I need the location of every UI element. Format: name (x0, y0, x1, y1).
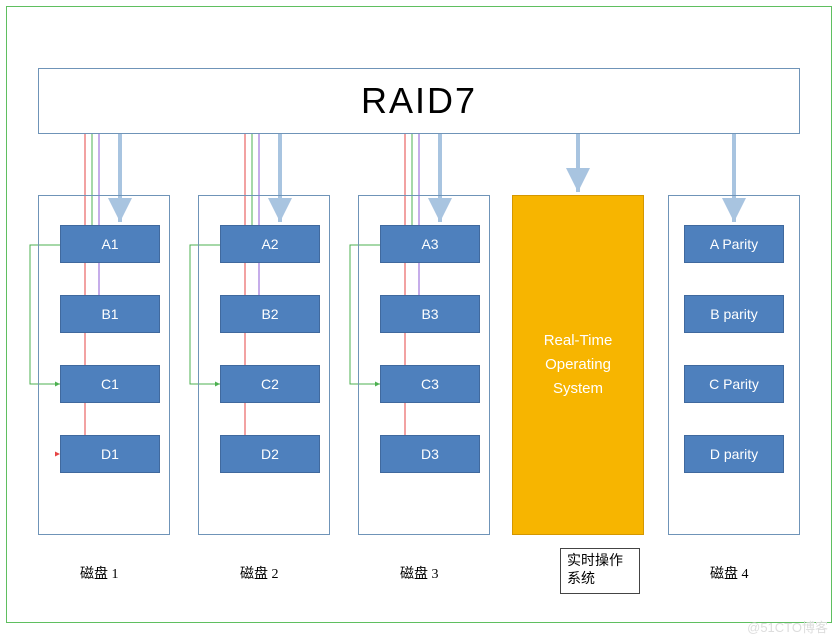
block-d1: D1 (60, 435, 160, 473)
raid-title-box: RAID7 (38, 68, 800, 134)
rtos-line1: Real-Time (544, 329, 613, 353)
rtos-box: Real-Time Operating System (512, 195, 644, 535)
rtos-line3: System (553, 377, 603, 401)
rtos-caption: 实时操作系统 (560, 548, 640, 594)
block-b2: B2 (220, 295, 320, 333)
block-c2: C2 (220, 365, 320, 403)
watermark: @51CTO博客 (747, 617, 828, 636)
disk-3-label: 磁盘 3 (400, 563, 439, 583)
block-d-parity: D parity (684, 435, 784, 473)
block-d3: D3 (380, 435, 480, 473)
block-a-parity: A Parity (684, 225, 784, 263)
raid-title: RAID7 (361, 80, 477, 122)
block-a1: A1 (60, 225, 160, 263)
block-b1: B1 (60, 295, 160, 333)
block-a2: A2 (220, 225, 320, 263)
block-b3: B3 (380, 295, 480, 333)
block-b-parity: B parity (684, 295, 784, 333)
rtos-line2: Operating (545, 353, 611, 377)
disk-2-label: 磁盘 2 (240, 563, 279, 583)
block-c3: C3 (380, 365, 480, 403)
disk-1-label: 磁盘 1 (80, 563, 119, 583)
block-a3: A3 (380, 225, 480, 263)
block-c-parity: C Parity (684, 365, 784, 403)
disk-parity-label: 磁盘 4 (710, 563, 749, 583)
block-c1: C1 (60, 365, 160, 403)
block-d2: D2 (220, 435, 320, 473)
